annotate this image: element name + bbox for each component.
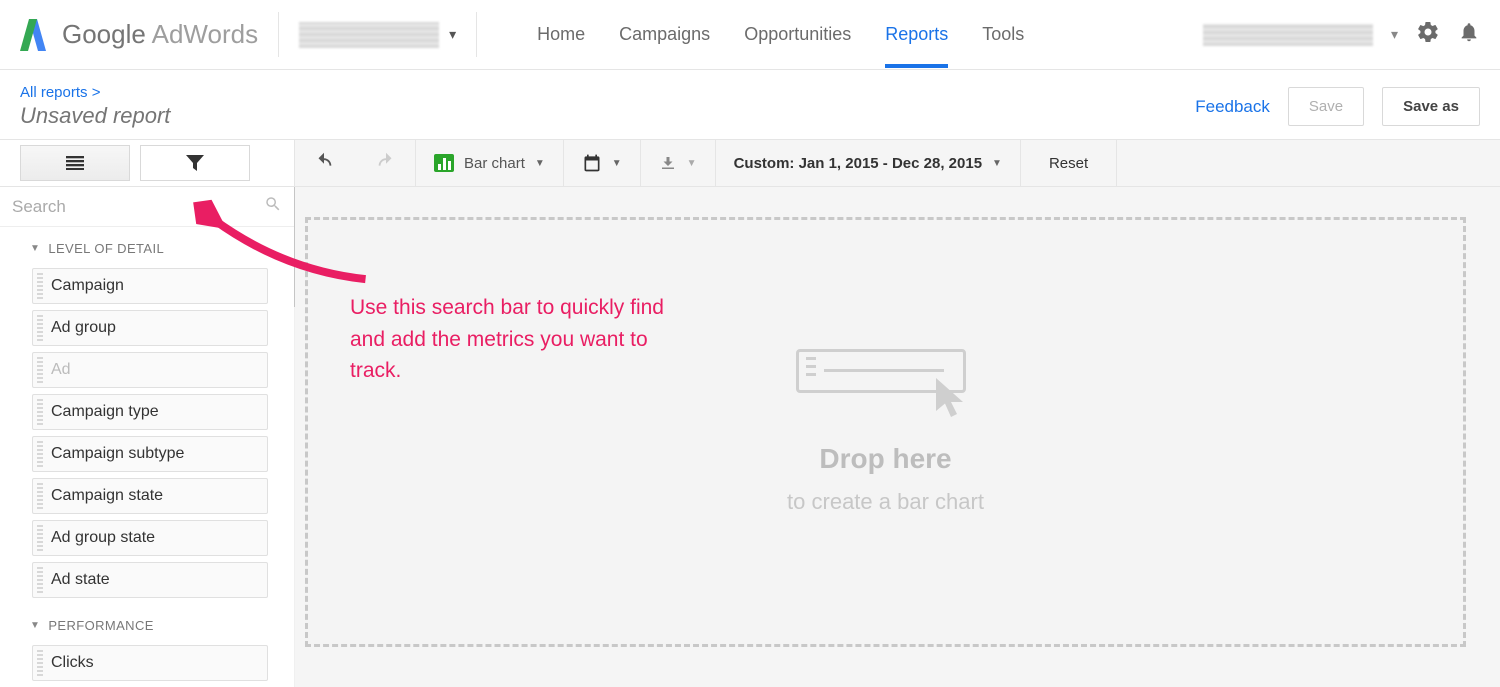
download-icon (659, 154, 677, 172)
download-selector[interactable]: ▼ (641, 140, 716, 186)
report-subheader: All reports > Unsaved report Feedback Sa… (0, 70, 1500, 139)
nav-campaigns[interactable]: Campaigns (619, 2, 710, 67)
filter-tab-button[interactable] (140, 145, 250, 181)
main-nav: Home Campaigns Opportunities Reports Too… (537, 2, 1024, 67)
annotation-text: Use this search bar to quickly find and … (350, 292, 670, 387)
nav-home[interactable]: Home (537, 2, 585, 67)
date-range-label: Custom: Jan 1, 2015 - Dec 28, 2015 (734, 155, 982, 172)
app-header: Google AdWords ▾ Home Campaigns Opportun… (0, 0, 1500, 70)
metric-campaign-subtype[interactable]: Campaign subtype (32, 436, 268, 472)
metric-campaign-state[interactable]: Campaign state (32, 478, 268, 514)
list-icon (66, 156, 84, 170)
metric-ad-group[interactable]: Ad group (32, 310, 268, 346)
metric-ad-group-state[interactable]: Ad group state (32, 520, 268, 556)
logo[interactable]: Google AdWords (20, 19, 258, 51)
collapse-icon: ▼ (30, 243, 40, 254)
nav-reports[interactable]: Reports (885, 2, 948, 67)
drop-zone[interactable]: Drop here to create a bar chart (305, 217, 1466, 647)
section-title: LEVEL OF DETAIL (48, 241, 164, 256)
chart-type-label: Bar chart (464, 155, 525, 172)
bell-icon[interactable] (1458, 20, 1480, 50)
header-separator (278, 12, 279, 57)
user-name-redacted (1203, 24, 1373, 46)
redo-icon (375, 152, 397, 175)
breadcrumb-all-reports[interactable]: All reports > (20, 84, 170, 101)
save-button[interactable]: Save (1288, 87, 1364, 126)
metric-ad[interactable]: Ad (32, 352, 268, 388)
schedule-selector[interactable]: ▼ (564, 140, 641, 186)
header-separator (476, 12, 477, 57)
save-as-button[interactable]: Save as (1382, 87, 1480, 126)
dropzone-subtitle: to create a bar chart (787, 489, 984, 515)
reset-button[interactable]: Reset (1021, 140, 1117, 186)
filter-icon (186, 155, 204, 171)
chart-type-selector[interactable]: Bar chart ▼ (416, 140, 564, 186)
fields-tab-button[interactable] (20, 145, 130, 181)
feedback-link[interactable]: Feedback (1195, 97, 1270, 117)
section-title: PERFORMANCE (48, 618, 154, 633)
metric-ad-state[interactable]: Ad state (32, 562, 268, 598)
nav-opportunities[interactable]: Opportunities (744, 2, 851, 67)
chevron-down-icon: ▼ (535, 158, 545, 169)
logo-text: Google AdWords (62, 19, 258, 50)
account-name-redacted (299, 22, 439, 48)
account-dropdown-icon[interactable]: ▾ (449, 26, 456, 43)
chevron-down-icon: ▼ (687, 158, 697, 169)
calendar-icon (582, 153, 602, 173)
gear-icon[interactable] (1416, 20, 1440, 50)
nav-tools[interactable]: Tools (982, 2, 1024, 67)
dropzone-illustration-icon (796, 349, 976, 429)
date-range-selector[interactable]: Custom: Jan 1, 2015 - Dec 28, 2015 ▼ (716, 140, 1021, 186)
collapse-icon: ▼ (30, 620, 40, 631)
dropzone-title: Drop here (819, 443, 951, 475)
user-dropdown-icon[interactable]: ▾ (1391, 26, 1398, 43)
metric-campaign-type[interactable]: Campaign type (32, 394, 268, 430)
report-canvas: Drop here to create a bar chart (295, 187, 1500, 687)
report-toolbar: Bar chart ▼ ▼ ▼ Custom: Jan 1, 2015 - De… (0, 139, 1500, 187)
chevron-down-icon: ▼ (612, 158, 622, 169)
undo-icon[interactable] (313, 152, 335, 175)
adwords-logo-icon (20, 19, 46, 51)
report-title: Unsaved report (20, 103, 170, 129)
chevron-down-icon: ▼ (992, 158, 1002, 169)
metric-clicks[interactable]: Clicks (32, 645, 268, 681)
bar-chart-icon (434, 154, 454, 172)
section-performance[interactable]: ▼ PERFORMANCE (0, 604, 294, 639)
